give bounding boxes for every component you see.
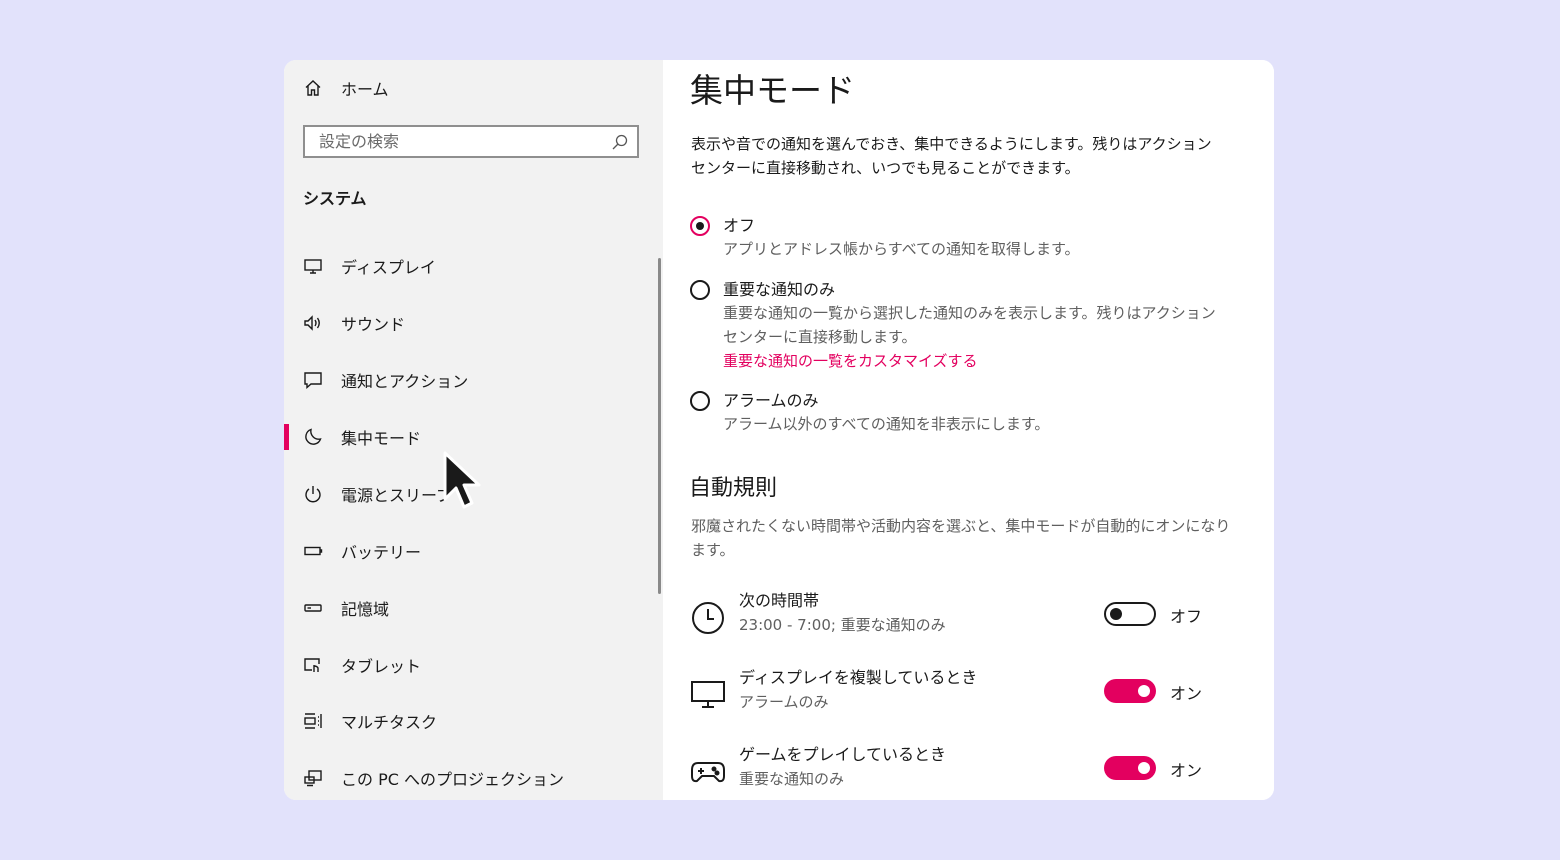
sidebar-scrollbar[interactable]: [658, 258, 661, 594]
section-title: システム: [303, 189, 367, 208]
auto-rules-heading: 自動規則: [689, 476, 778, 501]
customize-priority-link[interactable]: 重要な通知の一覧をカスタマイズする: [723, 349, 1223, 373]
sidebar-item-focus-assist[interactable]: 集中モード: [284, 422, 654, 452]
radio-description: アプリとアドレス帳からすべての通知を取得します。: [723, 240, 1080, 258]
settings-window: ホーム システム ディスプレイ サウンド 通知とアクション 集中モード 電源とス…: [284, 60, 1274, 800]
radio-button[interactable]: [690, 280, 710, 300]
power-icon: [303, 484, 323, 504]
auto-rules-description: 邪魔されたくない時間帯や活動内容を選ぶと、集中モードが自動的にオンになります。: [691, 517, 1231, 559]
main-content: 集中モード 表示や音での通知を選んでおき、集中できるようにします。残りはアクショ…: [663, 60, 1274, 800]
battery-icon: [303, 541, 323, 561]
sidebar-item-multitasking[interactable]: マルチタスク: [284, 706, 654, 736]
sidebar-item-label: 集中モード: [341, 429, 422, 448]
sidebar-item-label: この PC へのプロジェクション: [341, 770, 564, 789]
sidebar-item-storage[interactable]: 記憶域: [284, 593, 654, 623]
sidebar-item-battery[interactable]: バッテリー: [284, 536, 654, 566]
monitor-icon: [691, 681, 725, 708]
rule-duplicating-display[interactable]: ディスプレイを複製しているとき アラームのみ オン: [690, 667, 1250, 715]
storage-icon: [303, 598, 323, 618]
sidebar: ホーム システム ディスプレイ サウンド 通知とアクション 集中モード 電源とス…: [284, 60, 663, 800]
rule-toggle[interactable]: [1104, 679, 1156, 703]
page-description: 表示や音での通知を選んでおき、集中できるようにします。残りはアクション センター…: [691, 135, 1212, 177]
sidebar-item-label: 記憶域: [341, 600, 390, 619]
active-indicator: [284, 424, 289, 450]
sidebar-item-label: バッテリー: [341, 543, 422, 562]
rule-title: ディスプレイを複製しているとき: [739, 668, 978, 687]
moon-icon: [303, 427, 323, 447]
sidebar-item-notifications[interactable]: 通知とアクション: [284, 365, 654, 395]
sidebar-item-label: 通知とアクション: [341, 372, 469, 391]
page-title: 集中モード: [690, 71, 855, 110]
search-icon[interactable]: [611, 133, 629, 151]
sidebar-item-label: マルチタスク: [341, 713, 438, 732]
notification-icon: [303, 370, 323, 390]
sidebar-item-label: 電源とスリープ: [341, 486, 453, 505]
sidebar-item-label: サウンド: [341, 315, 406, 334]
radio-description: 重要な通知の一覧から選択した通知のみを表示します。残りはアクション センターに直…: [723, 304, 1216, 346]
sidebar-item-label: タブレット: [341, 657, 422, 676]
sidebar-item-label: ディスプレイ: [341, 258, 436, 277]
sidebar-item-projection[interactable]: この PC へのプロジェクション: [284, 763, 654, 793]
radio-option-alarms-only[interactable]: アラームのみ アラーム以外のすべての通知を非表示にします。: [690, 390, 1223, 436]
radio-label: アラームのみ: [723, 391, 819, 410]
speaker-icon: [303, 313, 323, 333]
rule-subtitle: アラームのみ: [739, 693, 829, 711]
tablet-icon: [303, 655, 323, 675]
home-link[interactable]: ホーム: [303, 76, 389, 100]
search-input[interactable]: [317, 131, 601, 152]
rule-subtitle: 23:00 - 7:00; 重要な通知のみ: [739, 616, 946, 634]
rule-subtitle: 重要な通知のみ: [739, 770, 845, 788]
search-box[interactable]: [303, 125, 639, 158]
radio-option-off[interactable]: オフ アプリとアドレス帳からすべての通知を取得します。: [690, 215, 1223, 261]
home-icon: [305, 80, 321, 96]
rule-toggle[interactable]: [1104, 756, 1156, 780]
radio-label: 重要な通知のみ: [723, 280, 836, 299]
rule-title: ゲームをプレイしているとき: [739, 745, 947, 764]
toggle-state-label: オン: [1170, 684, 1203, 703]
mouse-cursor-icon: [443, 451, 481, 509]
sidebar-item-tablet[interactable]: タブレット: [284, 650, 654, 680]
gamepad-icon: [691, 762, 725, 783]
clock-icon: [692, 602, 724, 634]
toggle-state-label: オン: [1170, 761, 1203, 780]
toggle-state-label: オフ: [1170, 607, 1203, 626]
multitask-icon: [303, 711, 323, 731]
projection-icon: [303, 768, 323, 788]
radio-option-priority-only[interactable]: 重要な通知のみ 重要な通知の一覧から選択した通知のみを表示します。残りはアクショ…: [690, 279, 1223, 373]
radio-description: アラーム以外のすべての通知を非表示にします。: [723, 415, 1050, 433]
rule-playing-game[interactable]: ゲームをプレイしているとき 重要な通知のみ オン: [690, 744, 1250, 792]
sidebar-item-sound[interactable]: サウンド: [284, 308, 654, 338]
radio-label: オフ: [723, 216, 756, 235]
monitor-icon: [303, 256, 323, 276]
rule-title: 次の時間帯: [739, 591, 820, 610]
rule-during-these-times[interactable]: 次の時間帯 23:00 - 7:00; 重要な通知のみ オフ: [690, 590, 1250, 638]
home-label: ホーム: [341, 80, 389, 99]
sidebar-item-display[interactable]: ディスプレイ: [284, 251, 654, 281]
radio-button[interactable]: [690, 391, 710, 411]
radio-button[interactable]: [690, 216, 710, 236]
rule-toggle[interactable]: [1104, 602, 1156, 626]
